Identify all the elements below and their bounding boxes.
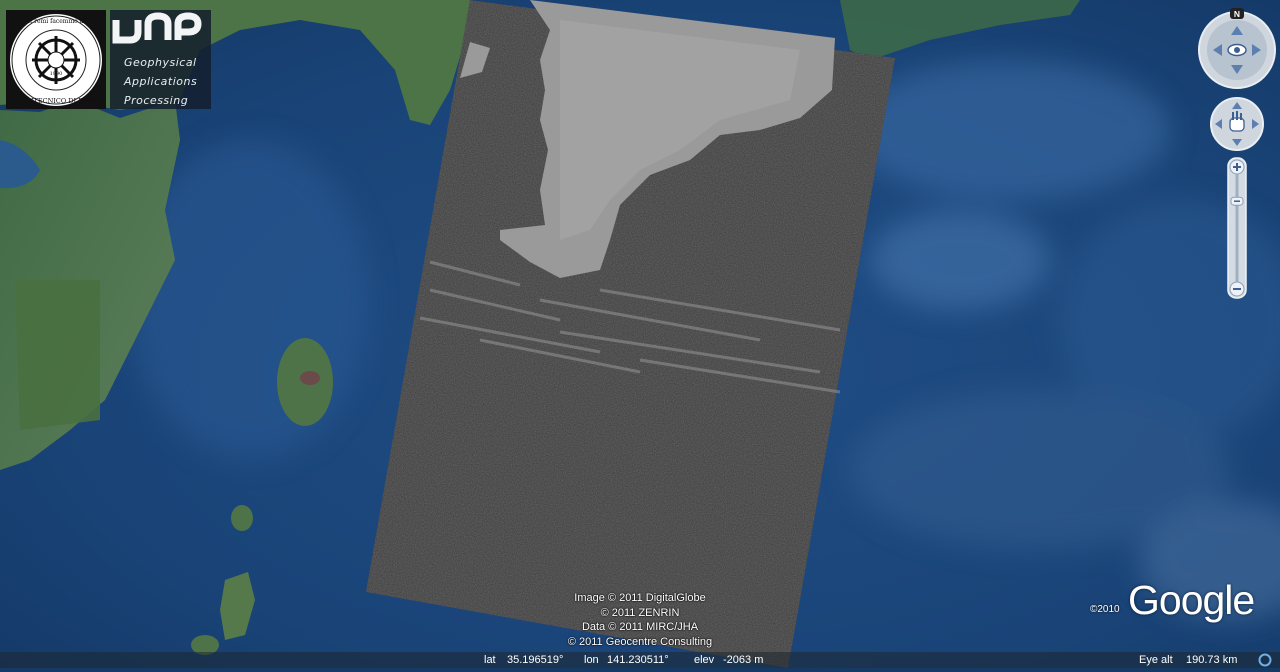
eye-alt-label: Eye alt: [1139, 654, 1173, 666]
imagery-credits: Image © 2011 DigitalGlobe © 2011 ZENRIN …: [540, 591, 740, 649]
gap-logo-mark-icon: [112, 12, 202, 44]
north-label: N: [1234, 9, 1240, 19]
poliba-center-mark: 1990: [50, 71, 63, 77]
pan-control[interactable]: [1210, 97, 1264, 151]
poliba-bottom-text: POLITECNICO DI BARI: [17, 97, 95, 105]
zoom-out-button[interactable]: [1229, 281, 1245, 297]
lon-value: 141.230511°: [607, 654, 669, 666]
hand-icon[interactable]: [1229, 111, 1245, 132]
google-logo[interactable]: Google: [1128, 577, 1255, 624]
lon-label: lon: [584, 654, 599, 666]
gap-logo-text: Geophysical Applications Processing: [124, 53, 214, 110]
poliba-seal-icon: 1990 de remi facemmo ali POLITECNICO DI …: [10, 14, 102, 106]
lat-value: 35.196519°: [507, 654, 564, 666]
credit-line: Data © 2011 MIRC/JHA: [581, 621, 699, 633]
credit-line: Image © 2011 DigitalGlobe: [574, 592, 706, 604]
compass-control[interactable]: [1198, 11, 1276, 89]
mainland-left-hills: [15, 280, 100, 430]
poliba-arc-text: de remi facemmo ali: [25, 18, 87, 25]
gap-line-3: Processing: [124, 94, 189, 107]
lat-label: lat: [484, 654, 496, 666]
gap-logo: Geophysical Applications Processing: [110, 10, 211, 109]
credit-line: © 2011 Geocentre Consulting: [567, 635, 713, 648]
zoom-slider[interactable]: [1227, 157, 1247, 299]
status-bar: lat 35.196519° lon 141.230511° elev -206…: [0, 652, 1280, 668]
gap-line-1: Geophysical: [124, 56, 197, 69]
elev-label: elev: [694, 654, 715, 666]
poliba-logo: 1990 de remi facemmo ali POLITECNICO DI …: [6, 10, 106, 109]
eye-alt-value: 190.73 km: [1186, 654, 1238, 666]
credit-line: © 2011 ZENRIN: [600, 606, 680, 619]
zoom-in-button[interactable]: [1229, 159, 1245, 175]
zoom-handle[interactable]: [1230, 196, 1244, 206]
gap-line-2: Applications: [124, 75, 198, 88]
island-large-crater: [300, 371, 320, 385]
streaming-indicator-icon: [1258, 653, 1272, 672]
navigation-controls: N: [1196, 8, 1278, 304]
island-small: [231, 505, 253, 531]
eye-icon[interactable]: [1227, 43, 1247, 57]
google-copyright: ©2010: [1090, 604, 1120, 615]
elev-value: -2063 m: [723, 654, 764, 666]
north-indicator[interactable]: N: [1230, 8, 1244, 19]
